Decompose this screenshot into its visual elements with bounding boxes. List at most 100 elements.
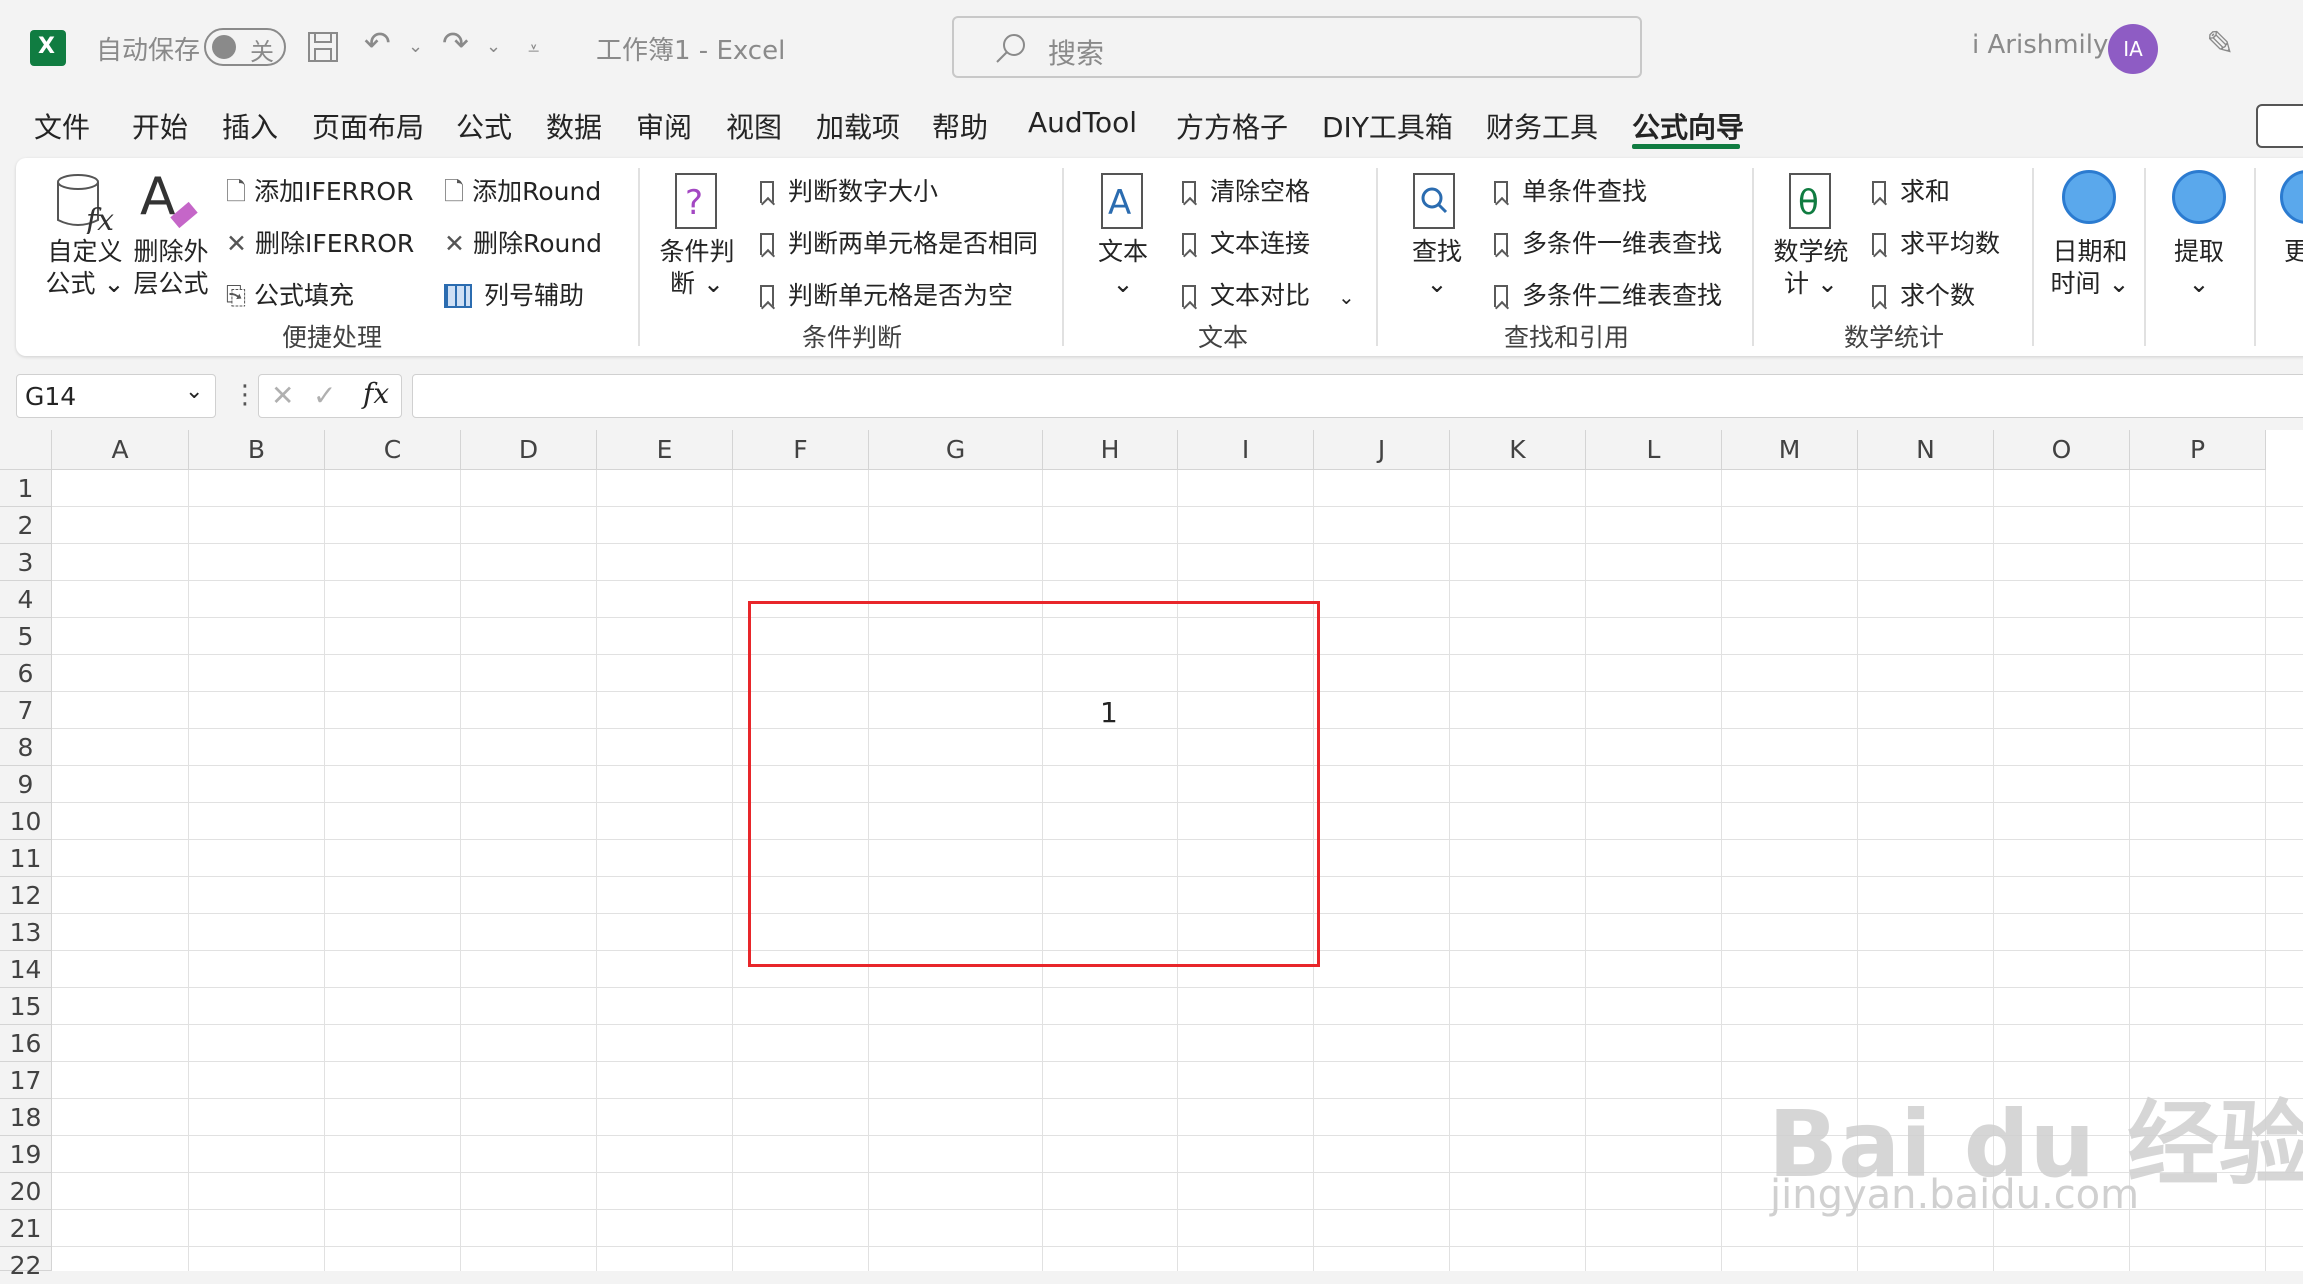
row-header-3[interactable]: 3 xyxy=(0,544,52,581)
tab-page-layout[interactable]: 页面布局 xyxy=(312,106,424,146)
column-header-k[interactable]: K xyxy=(1450,430,1586,470)
row-header-1[interactable]: 1 xyxy=(0,470,52,507)
more-options-icon[interactable]: ⋮ xyxy=(232,380,258,410)
column-header-c[interactable]: C xyxy=(325,430,461,470)
remove-outer-formula-button[interactable]: 删除外 层公式 xyxy=(126,236,216,300)
tab-file[interactable]: 文件 xyxy=(34,106,90,146)
text-item-trim[interactable]: 清除空格 xyxy=(1182,172,1310,208)
row-header-11[interactable]: 11 xyxy=(0,840,52,877)
row-header-18[interactable]: 18 xyxy=(0,1099,52,1136)
excel-logo-icon[interactable]: X xyxy=(30,30,66,66)
chevron-down-icon[interactable]: ⌄ xyxy=(185,379,203,404)
row-header-17[interactable]: 17 xyxy=(0,1062,52,1099)
row-header-13[interactable]: 13 xyxy=(0,914,52,951)
tab-formula-wizard[interactable]: 公式向导 xyxy=(1632,106,1744,146)
tab-data[interactable]: 数据 xyxy=(546,106,602,146)
redo-dropdown-icon[interactable]: ⌄ xyxy=(486,36,501,57)
row-header-12[interactable]: 12 xyxy=(0,877,52,914)
math-item-average[interactable]: 求平均数 xyxy=(1872,224,2000,260)
cond-item-cells-equal[interactable]: 判断两单元格是否相同 xyxy=(760,224,1038,260)
column-header-p[interactable]: P xyxy=(2130,430,2266,470)
undo-icon[interactable]: ↶ xyxy=(364,24,391,62)
tab-finance-tools[interactable]: 财务工具 xyxy=(1486,106,1598,146)
add-round-button[interactable]: 🗋 添加Round xyxy=(444,172,601,216)
row-header-10[interactable]: 10 xyxy=(0,803,52,840)
column-header-f[interactable]: F xyxy=(733,430,869,470)
add-iferror-button[interactable]: 🗋 添加IFERROR xyxy=(226,172,413,216)
row-header-6[interactable]: 6 xyxy=(0,655,52,692)
column-header-g[interactable]: G xyxy=(869,430,1043,470)
tab-insert[interactable]: 插入 xyxy=(222,106,278,146)
insert-function-icon[interactable]: fx xyxy=(363,377,389,410)
column-header-o[interactable]: O xyxy=(1994,430,2130,470)
select-all-corner[interactable] xyxy=(0,430,52,470)
column-header-i[interactable]: I xyxy=(1178,430,1314,470)
row-header-2[interactable]: 2 xyxy=(0,507,52,544)
column-header-b[interactable]: B xyxy=(189,430,325,470)
row-header-19[interactable]: 19 xyxy=(0,1136,52,1173)
cancel-icon[interactable]: ✕ xyxy=(271,379,294,412)
cell-g7-value[interactable]: 1 xyxy=(1100,696,1118,729)
column-header-a[interactable]: A xyxy=(52,430,189,470)
math-item-count[interactable]: 求个数 xyxy=(1872,276,1975,312)
formula-fill-button[interactable]: ⎘ 公式填充 xyxy=(226,276,354,312)
row-header-20[interactable]: 20 xyxy=(0,1173,52,1210)
tab-formulas[interactable]: 公式 xyxy=(456,106,512,146)
tab-addins[interactable]: 加载项 xyxy=(816,106,900,146)
column-header-h[interactable]: H xyxy=(1043,430,1178,470)
row-header-9[interactable]: 9 xyxy=(0,766,52,803)
text-item-concat[interactable]: 文本连接 xyxy=(1182,224,1310,260)
column-header-d[interactable]: D xyxy=(461,430,597,470)
row-header-14[interactable]: 14 xyxy=(0,951,52,988)
extract-button[interactable]: 提取 ⌄ xyxy=(2154,236,2244,300)
text-item-compare[interactable]: 文本对比 ⌄ xyxy=(1182,276,1355,312)
undo-dropdown-icon[interactable]: ⌄ xyxy=(408,36,423,57)
datetime-button[interactable]: 日期和 时间 ⌄ xyxy=(2040,236,2140,300)
delete-iferror-button[interactable]: ✕ 删除IFERROR xyxy=(226,224,414,260)
math-stats-button[interactable]: 数学统 计 ⌄ xyxy=(1766,236,1856,300)
check-icon[interactable]: ✓ xyxy=(313,379,336,412)
cond-item-cell-empty[interactable]: 判断单元格是否为空 xyxy=(760,276,1013,312)
redo-icon[interactable]: ↷ xyxy=(442,24,469,62)
cond-item-number-size[interactable]: 判断数字大小 xyxy=(760,172,938,208)
avatar[interactable]: IA xyxy=(2108,24,2158,74)
customize-toolbar-icon[interactable]: ⩡ xyxy=(528,36,539,60)
autosave-toggle[interactable]: 关 xyxy=(204,28,286,66)
row-header-7[interactable]: 7 xyxy=(0,692,52,729)
save-icon[interactable] xyxy=(306,30,340,64)
custom-formula-button[interactable]: 自定义 公式 ⌄ xyxy=(40,236,130,300)
pen-icon[interactable]: ✎ xyxy=(2206,24,2235,64)
tab-home[interactable]: 开始 xyxy=(132,106,188,146)
more-button[interactable]: 更 xyxy=(2284,236,2303,268)
column-header-j[interactable]: J xyxy=(1314,430,1450,470)
row-header-21[interactable]: 21 xyxy=(0,1210,52,1247)
search-input[interactable]: 搜索 xyxy=(952,16,1642,78)
lookup-button[interactable]: 查找 ⌄ xyxy=(1392,236,1482,300)
formula-input[interactable] xyxy=(412,374,2303,418)
row-header-5[interactable]: 5 xyxy=(0,618,52,655)
lookup-item-multi-2d[interactable]: 多条件二维表查找 xyxy=(1494,276,1722,312)
row-header-16[interactable]: 16 xyxy=(0,1025,52,1062)
row-header-4[interactable]: 4 xyxy=(0,581,52,618)
column-header-n[interactable]: N xyxy=(1858,430,1994,470)
delete-round-button[interactable]: ✕ 删除Round xyxy=(444,224,602,260)
row-header-15[interactable]: 15 xyxy=(0,988,52,1025)
name-box[interactable]: G14 ⌄ xyxy=(16,374,216,418)
lookup-item-single[interactable]: 单条件查找 xyxy=(1494,172,1647,208)
column-header-e[interactable]: E xyxy=(597,430,733,470)
chevron-down-icon[interactable]: ⌄ xyxy=(1338,285,1355,309)
row-header-8[interactable]: 8 xyxy=(0,729,52,766)
comments-icon[interactable] xyxy=(2256,104,2303,148)
tab-review[interactable]: 审阅 xyxy=(636,106,692,146)
column-header-l[interactable]: L xyxy=(1586,430,1722,470)
column-helper-button[interactable]: 列号辅助 xyxy=(444,276,584,312)
math-item-sum[interactable]: 求和 xyxy=(1872,172,1950,208)
tab-help[interactable]: 帮助 xyxy=(932,106,988,146)
tab-audtool[interactable]: AudTool xyxy=(1028,106,1137,139)
row-header-22[interactable]: 22 xyxy=(0,1247,52,1280)
lookup-item-multi-1d[interactable]: 多条件一维表查找 xyxy=(1494,224,1722,260)
column-header-m[interactable]: M xyxy=(1722,430,1858,470)
condition-button[interactable]: 条件判 断 ⌄ xyxy=(652,236,742,300)
tab-diy-toolbox[interactable]: DIY工具箱 xyxy=(1322,106,1453,146)
tab-view[interactable]: 视图 xyxy=(726,106,782,146)
